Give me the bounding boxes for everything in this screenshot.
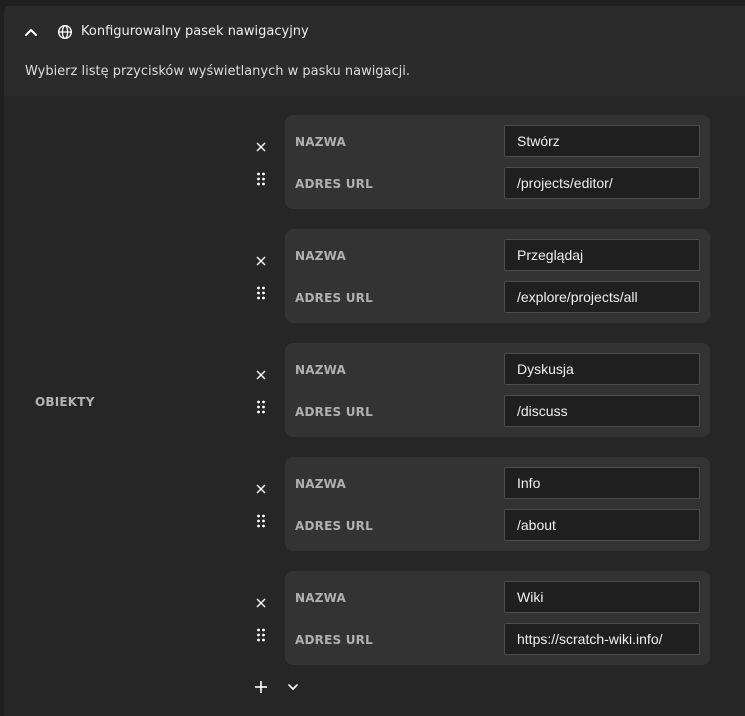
name-input[interactable] (504, 581, 700, 613)
section-header[interactable]: Konfigurowalny pasek nawigacyjny (4, 6, 745, 60)
url-input[interactable] (504, 167, 700, 199)
close-icon[interactable] (254, 368, 268, 382)
drag-handle-icon[interactable] (256, 400, 266, 414)
url-input[interactable] (504, 281, 700, 313)
url-input[interactable] (504, 509, 700, 541)
url-label: ADRES URL (295, 519, 373, 533)
url-input[interactable] (504, 623, 700, 655)
name-label: NAZWA (295, 135, 347, 149)
drag-handle-icon[interactable] (256, 286, 266, 300)
close-icon[interactable] (254, 596, 268, 610)
drag-handle-icon[interactable] (256, 628, 266, 642)
nav-item-card: NAZWA ADRES URL (285, 457, 710, 551)
section-description: Wybierz listę przycisków wyświetlanych w… (25, 64, 411, 79)
name-label: NAZWA (295, 363, 347, 377)
nav-item: NAZWA ADRES URL (249, 115, 719, 209)
name-input[interactable] (504, 125, 700, 157)
name-label: NAZWA (295, 249, 347, 263)
chevron-down-icon[interactable] (287, 682, 299, 692)
url-label: ADRES URL (295, 405, 373, 419)
nav-item-card: NAZWA ADRES URL (285, 343, 710, 437)
name-input[interactable] (504, 467, 700, 499)
objects-label: OBIEKTY (35, 395, 95, 409)
section-title: Konfigurowalny pasek nawigacyjny (81, 24, 309, 39)
nav-item: NAZWA ADRES URL (249, 457, 719, 551)
nav-item-card: NAZWA ADRES URL (285, 115, 710, 209)
chevron-up-icon[interactable] (23, 24, 39, 40)
nav-item: NAZWA ADRES URL (249, 571, 719, 665)
settings-panel: Konfigurowalny pasek nawigacyjny Wybierz… (4, 6, 745, 716)
close-icon[interactable] (254, 254, 268, 268)
drag-handle-icon[interactable] (256, 172, 266, 186)
nav-item-card: NAZWA ADRES URL (285, 229, 710, 323)
name-label: NAZWA (295, 477, 347, 491)
plus-icon[interactable] (254, 680, 268, 694)
close-icon[interactable] (254, 140, 268, 154)
name-input[interactable] (504, 353, 700, 385)
url-label: ADRES URL (295, 291, 373, 305)
nav-item-card: NAZWA ADRES URL (285, 571, 710, 665)
url-input[interactable] (504, 395, 700, 427)
globe-icon (57, 24, 73, 40)
drag-handle-icon[interactable] (256, 514, 266, 528)
url-label: ADRES URL (295, 177, 373, 191)
name-label: NAZWA (295, 591, 347, 605)
close-icon[interactable] (254, 482, 268, 496)
nav-item: NAZWA ADRES URL (249, 229, 719, 323)
list-content: OBIEKTY NAZWA ADRES URL (4, 96, 745, 716)
nav-item: NAZWA ADRES URL (249, 343, 719, 437)
name-input[interactable] (504, 239, 700, 271)
url-label: ADRES URL (295, 633, 373, 647)
